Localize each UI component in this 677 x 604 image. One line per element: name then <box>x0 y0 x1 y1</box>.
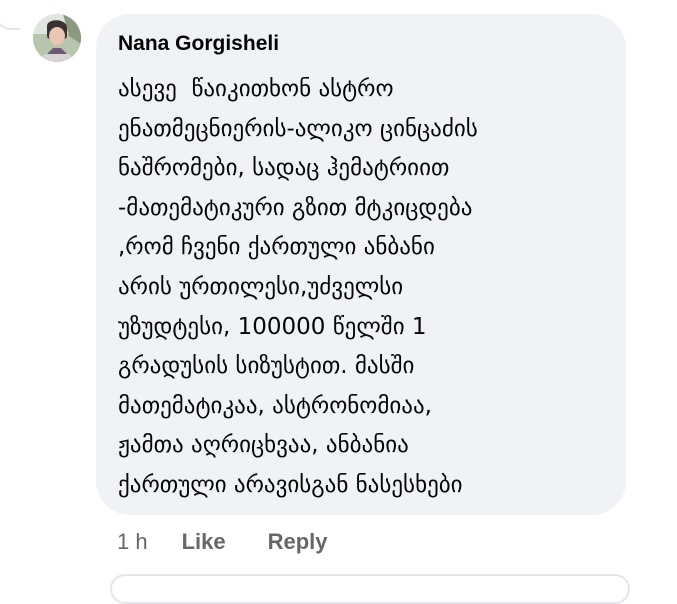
like-button[interactable]: Like <box>182 529 226 555</box>
avatar[interactable] <box>33 14 81 62</box>
comment-line: ქართული არავისგან ნასესხები <box>118 471 463 498</box>
reply-button[interactable]: Reply <box>268 529 328 555</box>
comment-author-name[interactable]: Nana Gorgisheli <box>118 30 606 58</box>
comment-timestamp[interactable]: 1 h <box>117 529 148 555</box>
comment-line: უზუდტესი, 100000 წელში 1 <box>118 313 427 340</box>
thread-connector-line <box>0 0 20 30</box>
comment-text: ასევე წაიკითხონ ასტრო ენათმეცნიერის-ალიკ… <box>118 70 606 506</box>
comment-line: ენათმეცნიერის-ალიკო ცინცაძის <box>118 115 478 142</box>
comment-line: არის ურთილესი,უძველსი <box>118 273 404 300</box>
comment-line: ჟამთა აღრიცხვაა, ანბანია <box>118 432 409 459</box>
comment-line: გრადუსის სიზუსტით. მასში <box>118 353 415 380</box>
comment-line: -მათემატიკური გზით მტკიცდება <box>118 194 473 221</box>
comment-line: ,რომ ჩვენი ქართული ანბანი <box>118 234 435 261</box>
avatar-image <box>33 14 81 62</box>
comment-actions: 1 h Like Reply <box>117 526 370 558</box>
comment-line: მათემატიკაა, ასტრონომიაა, <box>118 392 432 419</box>
comment-bubble: Nana Gorgisheli ასევე წაიკითხონ ასტრო ენ… <box>96 14 626 515</box>
reply-input-box[interactable] <box>110 574 630 604</box>
comment-line: ნაშრომები, სადაც ჰემატრიით <box>118 155 450 182</box>
comment-line: ასევე წაიკითხონ ასტრო <box>118 76 394 102</box>
